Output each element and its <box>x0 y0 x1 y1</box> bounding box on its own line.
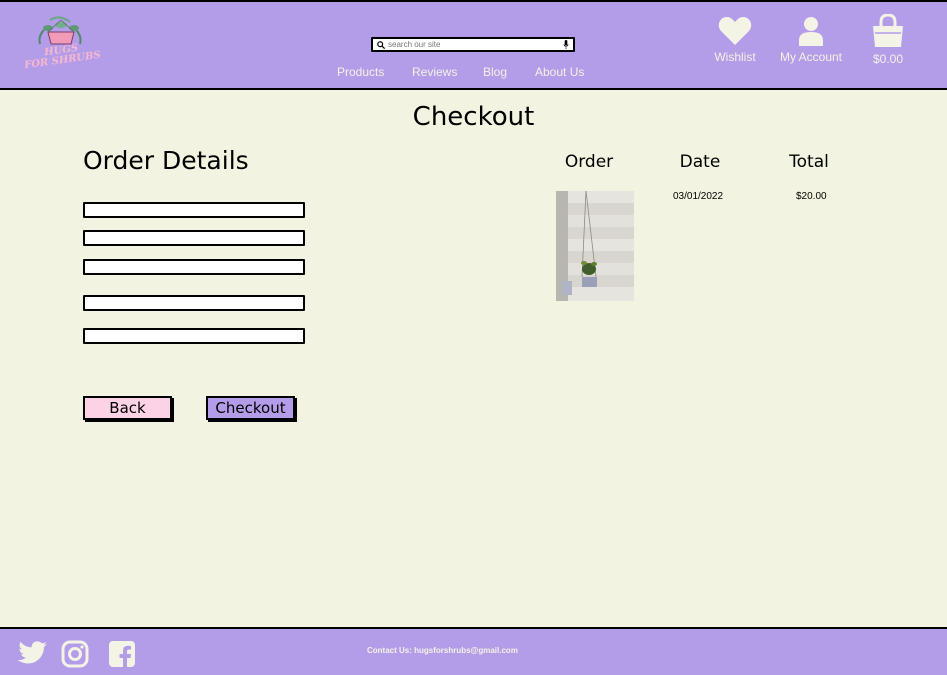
facebook-icon[interactable] <box>108 640 136 668</box>
search-input[interactable] <box>385 39 563 50</box>
order-field-3[interactable] <box>83 259 305 275</box>
product-photo-graphic <box>556 191 634 301</box>
nav-reviews[interactable]: Reviews <box>412 65 457 79</box>
contact-email[interactable]: Contact Us: hugsforshrubs@gmail.com <box>367 646 518 655</box>
order-field-2[interactable] <box>83 230 305 246</box>
order-field-5[interactable] <box>83 328 305 344</box>
cart-total: $0.00 <box>872 52 904 66</box>
nav-products[interactable]: Products <box>337 65 384 79</box>
microphone-icon[interactable] <box>563 40 569 49</box>
my-account-button[interactable]: My Account <box>778 16 844 64</box>
order-total: $20.00 <box>796 191 827 202</box>
search-bar[interactable] <box>371 37 575 52</box>
twitter-icon[interactable] <box>18 641 48 667</box>
order-field-1[interactable] <box>83 202 305 218</box>
shopping-bag-icon <box>873 14 903 47</box>
order-field-4[interactable] <box>83 295 305 311</box>
wishlist-label: Wishlist <box>714 50 756 64</box>
total-column-header: Total <box>789 152 829 172</box>
back-button[interactable]: Back <box>83 396 172 420</box>
nav-about-us[interactable]: About Us <box>535 65 584 79</box>
cart-button[interactable]: $0.00 <box>868 14 908 66</box>
my-account-label: My Account <box>779 50 843 64</box>
date-column-header: Date <box>679 152 721 172</box>
hanging-plant-photo[interactable] <box>556 191 634 301</box>
heart-icon <box>718 17 752 45</box>
search-icon <box>377 40 385 49</box>
page-title: Checkout <box>412 102 535 132</box>
instagram-icon[interactable] <box>61 640 89 668</box>
order-column-header: Order <box>564 152 614 172</box>
site-footer: Contact Us: hugsforshrubs@gmail.com <box>0 627 947 675</box>
nav-blog[interactable]: Blog <box>483 65 507 79</box>
order-date: 03/01/2022 <box>673 191 724 202</box>
user-icon <box>799 17 823 46</box>
wishlist-button[interactable]: Wishlist <box>713 16 757 64</box>
site-header: HUGS FOR SHRUBS Products Reviews Blog Ab… <box>0 0 947 90</box>
checkout-button[interactable]: Checkout <box>206 396 295 420</box>
order-details-title: Order Details <box>83 146 249 175</box>
